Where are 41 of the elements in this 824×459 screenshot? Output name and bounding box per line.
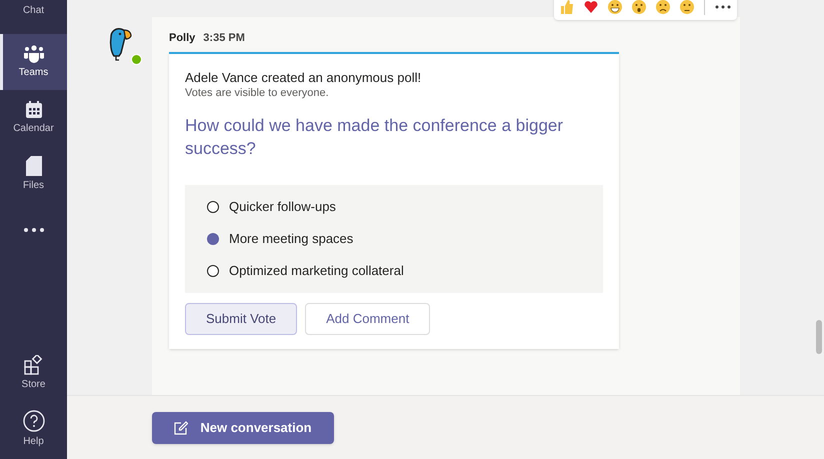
poll-option[interactable]: Optimized marketing collateral xyxy=(207,261,581,281)
heart-icon[interactable] xyxy=(584,0,598,14)
sidebar-label: Teams xyxy=(18,67,48,79)
more-icon[interactable] xyxy=(715,5,731,9)
sidebar-item[interactable]: Chat xyxy=(0,0,67,34)
sidebar-item[interactable]: Teams xyxy=(0,34,67,90)
radio-button[interactable] xyxy=(207,233,219,245)
sidebar-label: Chat xyxy=(22,5,44,17)
poll-question: How could we have made the conference a bigger success? xyxy=(185,115,564,160)
poll-option[interactable]: More meeting spaces xyxy=(207,229,581,249)
sidebar-item[interactable]: Store xyxy=(0,345,67,401)
author-name: Polly xyxy=(169,31,196,46)
thumbs-up-icon[interactable] xyxy=(560,0,574,14)
file-icon xyxy=(26,156,42,176)
store-icon xyxy=(24,355,44,375)
sad-face-icon[interactable] xyxy=(656,0,670,14)
sidebar-label: Calendar xyxy=(13,123,54,135)
message-time: 3:35 PM xyxy=(203,31,245,46)
compose-icon xyxy=(174,421,188,435)
new-conversation-button[interactable]: New conversation xyxy=(152,412,334,444)
help-icon xyxy=(22,410,44,432)
sidebar-item[interactable]: Help xyxy=(0,401,67,457)
people-icon xyxy=(22,45,44,63)
poll-action-button[interactable]: Submit Vote xyxy=(185,303,298,335)
surprised-face-icon[interactable] xyxy=(632,0,646,14)
sidebar-item[interactable]: Files xyxy=(0,146,67,202)
laughing-face-icon[interactable] xyxy=(608,0,622,14)
radio-button[interactable] xyxy=(207,201,219,213)
sidebar-item[interactable]: Calendar xyxy=(0,90,67,146)
scrollbar-thumb xyxy=(816,320,822,354)
radio-button[interactable] xyxy=(207,265,219,277)
sidebar-label: Help xyxy=(23,436,44,448)
more-icon xyxy=(24,228,44,232)
poll-option[interactable]: Quicker follow-ups xyxy=(207,197,581,217)
selection-indicator xyxy=(0,34,3,90)
poll-note: Votes are visible to everyone. xyxy=(185,86,330,100)
calendar-icon xyxy=(24,101,42,119)
poll-action-button[interactable]: Add Comment xyxy=(305,303,430,335)
sidebar-label: Files xyxy=(22,180,44,192)
poll-intro: Adele Vance created an anonymous poll! xyxy=(185,70,422,86)
sidebar-label: Store xyxy=(22,379,46,391)
